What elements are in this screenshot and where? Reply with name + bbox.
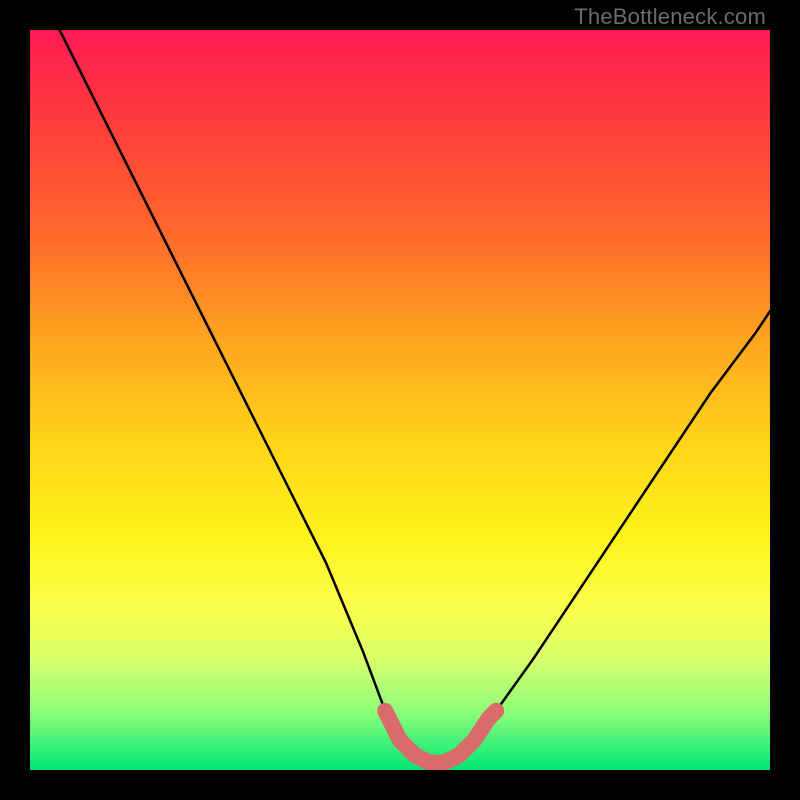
bottleneck-curve	[60, 30, 770, 763]
chart-overlay	[30, 30, 770, 770]
watermark-text: TheBottleneck.com	[574, 4, 766, 30]
optimal-zone-curve	[385, 711, 496, 763]
chart-frame: TheBottleneck.com	[0, 0, 800, 800]
